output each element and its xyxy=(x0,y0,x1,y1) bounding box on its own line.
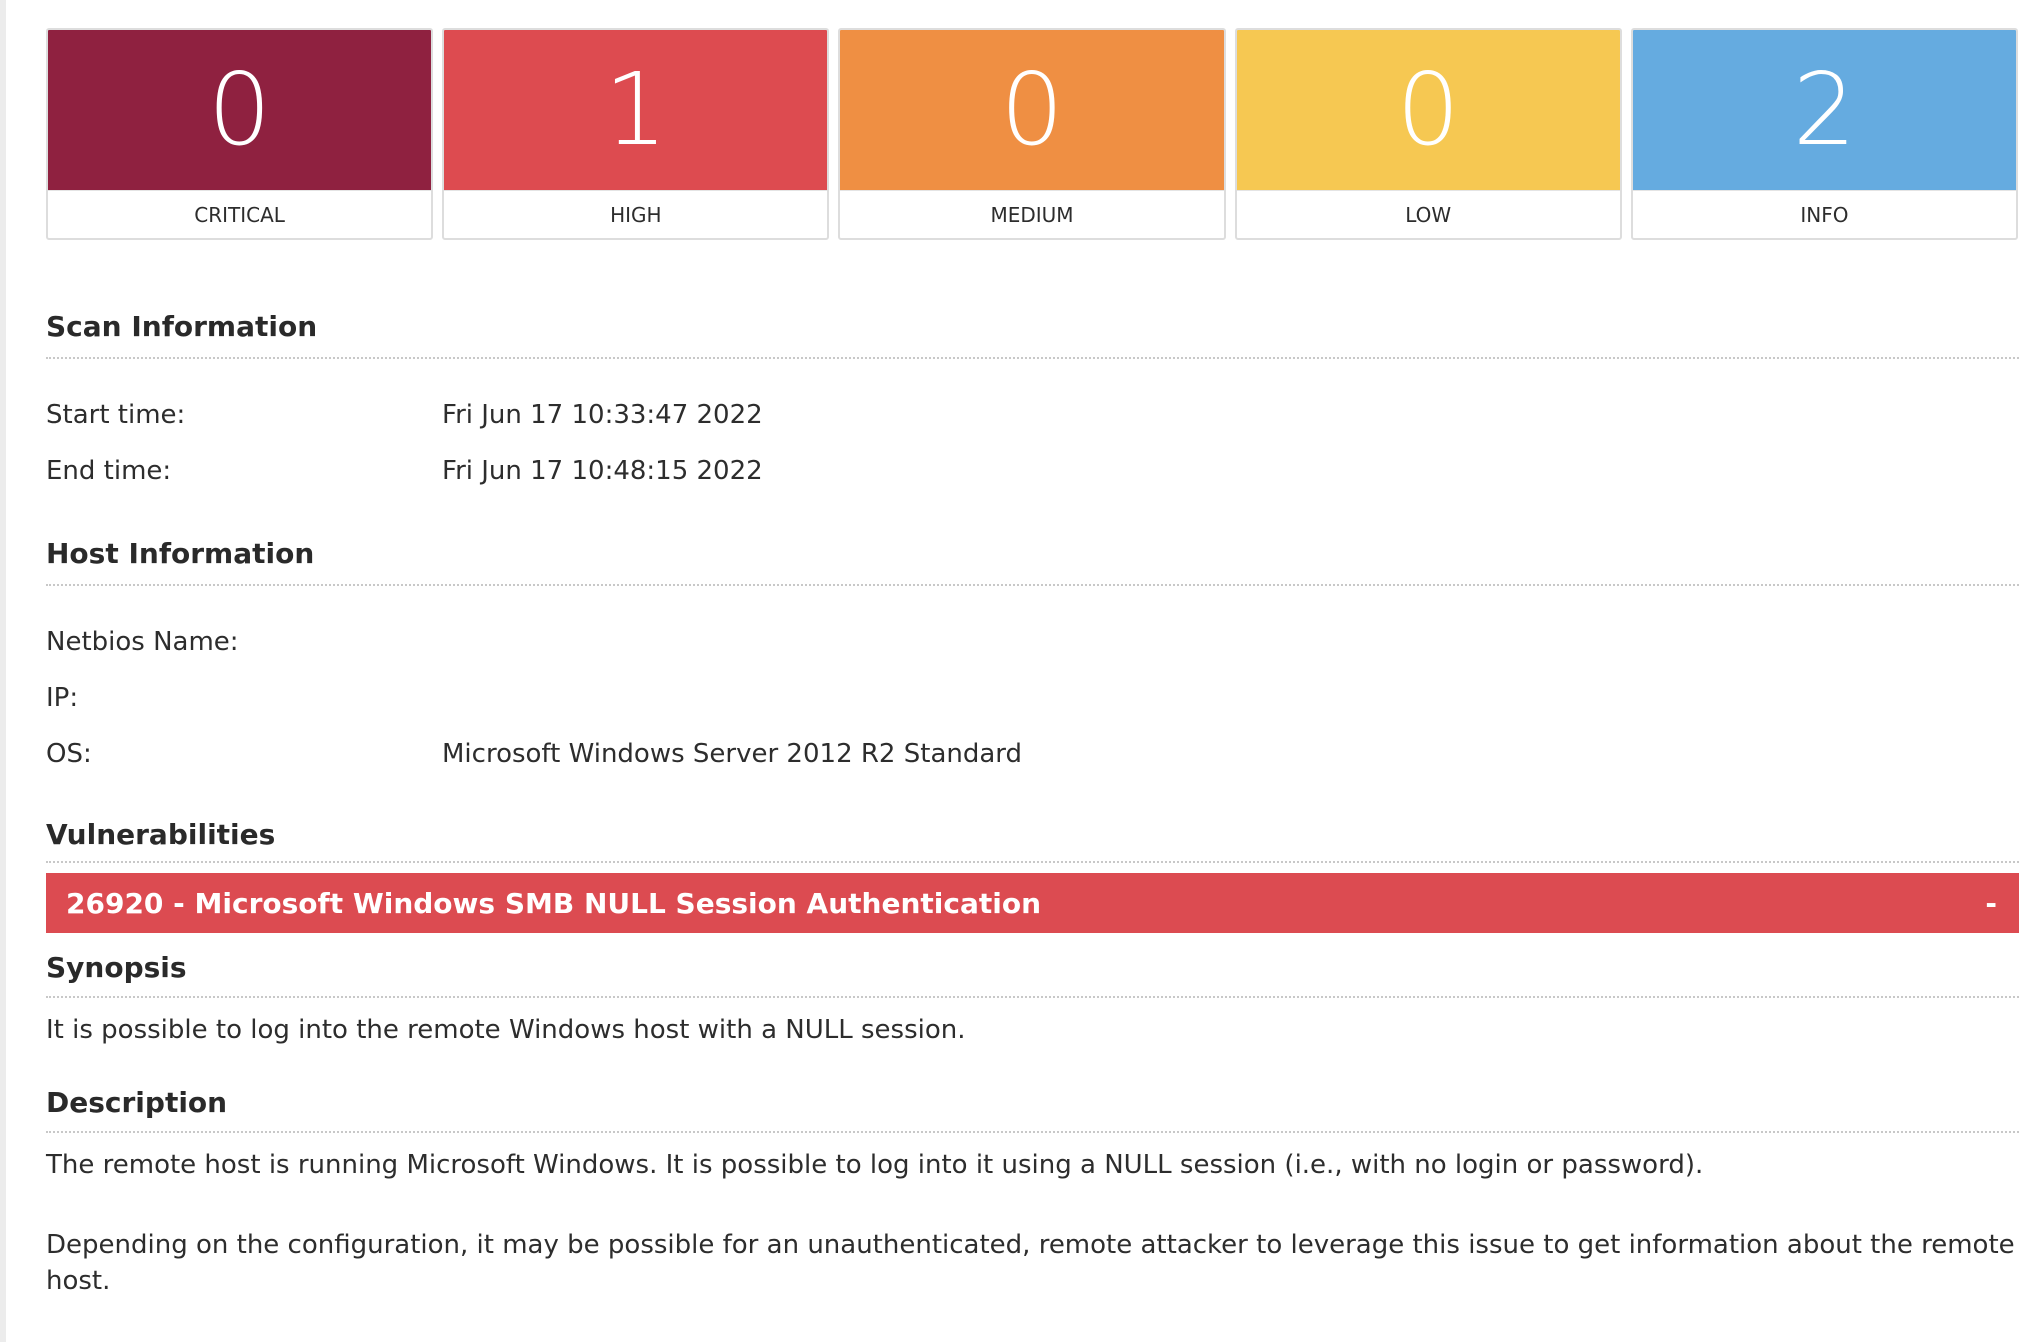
vulnerability-title: 26920 - Microsoft Windows SMB NULL Sessi… xyxy=(66,886,1042,920)
severity-label: HIGH xyxy=(444,190,828,238)
severity-info: 2 INFO xyxy=(1630,28,2019,240)
end-time-value: Fri Jun 17 10:48:15 2022 xyxy=(442,456,763,486)
severity-critical: 0 CRITICAL xyxy=(46,28,434,240)
scan-information-table: Start time: Fri Jun 17 10:33:47 2022 End… xyxy=(46,387,2019,499)
host-information-section: Host Information Netbios Name: IP: OS: M… xyxy=(46,537,2019,782)
severity-label: MEDIUM xyxy=(840,190,1224,238)
severity-medium: 0 MEDIUM xyxy=(838,28,1226,240)
severity-high: 1 HIGH xyxy=(442,28,830,240)
report-content: 0 CRITICAL 1 HIGH 0 MEDIUM 0 LOW 2 INFO … xyxy=(46,28,2019,1299)
vulnerabilities-section: Vulnerabilities 26920 - Microsoft Window… xyxy=(46,818,2019,1299)
synopsis-text: It is possible to log into the remote Wi… xyxy=(46,1015,966,1045)
scan-information-section: Scan Information Start time: Fri Jun 17 … xyxy=(46,310,2019,499)
description-heading: Description xyxy=(46,1086,2019,1133)
severity-summary: 0 CRITICAL 1 HIGH 0 MEDIUM 0 LOW 2 INFO xyxy=(46,28,2019,240)
description-section: Description The remote host is running M… xyxy=(46,1086,2019,1299)
os-value: Microsoft Windows Server 2012 R2 Standar… xyxy=(442,739,1023,769)
vulnerability-header[interactable]: 26920 - Microsoft Windows SMB NULL Sessi… xyxy=(46,873,2019,933)
host-information-heading: Host Information xyxy=(46,537,2019,586)
severity-count: 0 xyxy=(48,30,432,190)
severity-count: 1 xyxy=(444,30,828,190)
vulnerabilities-heading: Vulnerabilities xyxy=(46,818,2019,863)
start-time-label: Start time: xyxy=(46,400,186,430)
severity-count: 2 xyxy=(1632,30,2017,190)
ip-row: IP: xyxy=(46,670,2019,726)
os-row: OS: Microsoft Windows Server 2012 R2 Sta… xyxy=(46,726,2019,782)
severity-count: 0 xyxy=(840,30,1224,190)
severity-label: LOW xyxy=(1236,190,1620,238)
end-time-row: End time: Fri Jun 17 10:48:15 2022 xyxy=(46,443,2019,499)
severity-count: 0 xyxy=(1236,30,1620,190)
ip-label: IP: xyxy=(46,683,79,713)
start-time-row: Start time: Fri Jun 17 10:33:47 2022 xyxy=(46,387,2019,443)
severity-label: CRITICAL xyxy=(48,190,432,238)
netbios-label: Netbios Name: xyxy=(46,627,239,657)
end-time-label: End time: xyxy=(46,456,172,486)
collapse-toggle[interactable]: - xyxy=(1985,887,1997,920)
start-time-value: Fri Jun 17 10:33:47 2022 xyxy=(442,400,763,430)
synopsis-heading: Synopsis xyxy=(46,951,2019,998)
scan-information-heading: Scan Information xyxy=(46,310,2019,359)
netbios-row: Netbios Name: xyxy=(46,614,2019,670)
severity-label: INFO xyxy=(1632,190,2017,238)
synopsis-section: Synopsis It is possible to log into the … xyxy=(46,951,2019,1048)
os-label: OS: xyxy=(46,739,92,769)
description-paragraph: The remote host is running Microsoft Win… xyxy=(46,1150,1704,1180)
severity-low: 0 LOW xyxy=(1234,28,1622,240)
host-information-table: Netbios Name: IP: OS: Microsoft Windows … xyxy=(46,614,2019,782)
description-paragraph: Depending on the configuration, it may b… xyxy=(46,1230,2015,1296)
left-border xyxy=(0,0,6,1342)
